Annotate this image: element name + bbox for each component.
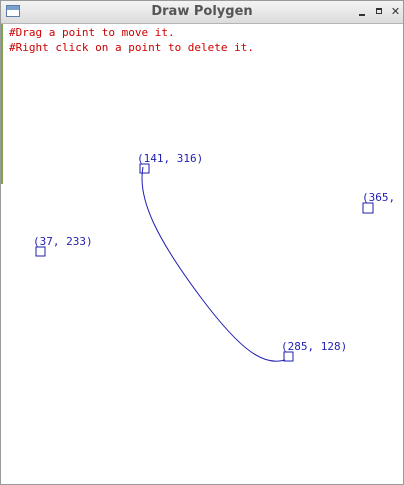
point-label: (37, 233) <box>33 235 93 248</box>
point-handle[interactable]: (141, 316) <box>137 152 203 174</box>
point-marker[interactable] <box>362 202 374 214</box>
minimize-icon <box>359 14 365 16</box>
point-handle[interactable]: (365, <box>362 191 395 214</box>
maximize-button[interactable] <box>373 5 386 18</box>
maximize-icon <box>376 8 382 14</box>
point-label: (285, 128) <box>281 340 347 353</box>
point-label: (141, 316) <box>137 152 203 165</box>
point-label: (365, <box>362 191 395 204</box>
window-title: Draw Polygen <box>151 4 253 19</box>
drawing-canvas[interactable]: (141, 316) (285, 128) (37, 233) (365, <box>2 24 404 485</box>
point-marker[interactable] <box>35 246 46 257</box>
point-handle[interactable]: (285, 128) <box>281 340 347 362</box>
point-marker[interactable] <box>139 163 150 174</box>
point-marker[interactable] <box>283 351 294 362</box>
point-handle[interactable]: (37, 233) <box>33 235 93 257</box>
title-bar[interactable]: Draw Polygen ✕ <box>1 1 403 24</box>
polygon-curve <box>141 166 286 362</box>
app-window: Draw Polygen ✕ #Drag a point to move it.… <box>0 0 404 485</box>
close-icon: ✕ <box>390 5 401 18</box>
minimize-button[interactable] <box>356 5 369 18</box>
close-button[interactable]: ✕ <box>389 5 402 18</box>
